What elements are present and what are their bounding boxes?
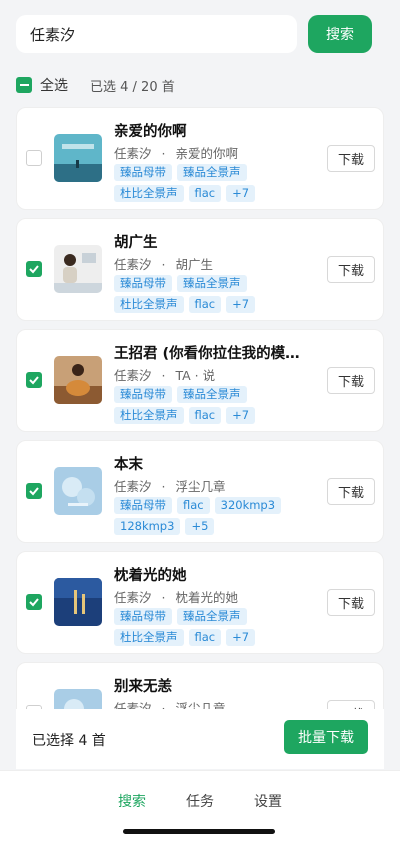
quality-tag: 杜比全景声	[114, 185, 184, 202]
song-card[interactable]: 本末 任素汐 · 浮尘几章 臻品母带 flac 320kmp3 128kmp3 …	[16, 440, 384, 543]
song-title: 王招君 (你看你拉住我的模…	[114, 346, 300, 362]
song-checkbox[interactable]	[26, 483, 42, 499]
quality-tag: 臻品母带	[114, 164, 172, 181]
song-checkbox[interactable]	[26, 261, 42, 277]
separator-dot: ·	[161, 257, 166, 272]
check-icon	[29, 487, 39, 496]
download-button[interactable]: 下载	[327, 367, 375, 394]
search-button[interactable]: 搜索	[308, 15, 372, 53]
song-subtitle: 任素汐 · 亲爱的你啊	[114, 143, 238, 162]
check-icon	[29, 598, 39, 607]
quality-tag: 臻品母带	[114, 497, 172, 514]
batch-action-bar: 已选择 4 首 批量下载	[16, 709, 384, 769]
selection-bar: 全选 已选 4 / 20 首	[16, 74, 386, 96]
check-icon	[29, 376, 39, 385]
song-card[interactable]: 王招君 (你看你拉住我的模… 任素汐 · TA · 说 臻品母带 臻品全景声 杜…	[16, 329, 384, 432]
quality-tag: flac	[188, 629, 222, 646]
song-title: 胡广生	[114, 235, 158, 251]
song-album: 胡广生	[175, 257, 213, 272]
quality-tag-more: +5	[185, 518, 215, 535]
song-title: 枕着光的她	[114, 568, 187, 584]
album-cover	[54, 356, 102, 404]
quality-tags: 臻品母带 臻品全景声 杜比全景声 flac +7	[114, 386, 314, 424]
song-subtitle: 任素汐 · 胡广生	[114, 254, 213, 273]
quality-tag-more: +7	[226, 629, 256, 646]
separator-dot: ·	[161, 146, 166, 161]
song-card[interactable]: 枕着光的她 任素汐 · 枕着光的她 臻品母带 臻品全景声 杜比全景声 flac …	[16, 551, 384, 654]
song-artist: 任素汐	[114, 368, 152, 383]
song-artist: 任素汐	[114, 146, 152, 161]
quality-tag: flac	[188, 296, 222, 313]
album-cover	[54, 578, 102, 626]
home-indicator[interactable]	[123, 829, 275, 834]
song-card[interactable]: 胡广生 任素汐 · 胡广生 臻品母带 臻品全景声 杜比全景声 flac +7 下…	[16, 218, 384, 321]
batch-download-button[interactable]: 批量下载	[284, 720, 368, 754]
quality-tag: 臻品全景声	[177, 386, 247, 403]
nav-tab-tasks[interactable]: 任务	[186, 791, 214, 811]
quality-tag: 臻品母带	[114, 608, 172, 625]
song-title: 亲爱的你啊	[114, 124, 187, 140]
nav-tab-search[interactable]: 搜索	[118, 791, 146, 811]
song-album: 枕着光的她	[175, 590, 238, 605]
song-checkbox[interactable]	[26, 150, 42, 166]
select-all-checkbox[interactable]	[16, 77, 32, 93]
quality-tag: 臻品全景声	[177, 608, 247, 625]
song-checkbox[interactable]	[26, 594, 42, 610]
album-cover	[54, 245, 102, 293]
song-album: 浮尘几章	[175, 479, 226, 494]
select-all-label[interactable]: 全选	[40, 75, 68, 95]
song-subtitle: 任素汐 · 枕着光的她	[114, 587, 238, 606]
quality-tags: 臻品母带 flac 320kmp3 128kmp3 +5	[114, 497, 314, 535]
quality-tag: 杜比全景声	[114, 296, 184, 313]
quality-tag: 杜比全景声	[114, 629, 184, 646]
song-album: TA · 说	[175, 368, 216, 383]
quality-tags: 臻品母带 臻品全景声 杜比全景声 flac +7	[114, 275, 314, 313]
album-cover	[54, 467, 102, 515]
selected-count-text: 已选 4 / 20 首	[90, 79, 175, 95]
song-artist: 任素汐	[114, 257, 152, 272]
song-card[interactable]: 亲爱的你啊 任素汐 · 亲爱的你啊 臻品母带 臻品全景声 杜比全景声 flac …	[16, 107, 384, 210]
separator-dot: ·	[161, 479, 166, 494]
selected-summary: 已选择 4 首	[32, 733, 106, 749]
quality-tag: 臻品全景声	[177, 164, 247, 181]
nav-tab-settings[interactable]: 设置	[254, 791, 282, 811]
quality-tag-more: +7	[226, 407, 256, 424]
quality-tag: flac	[177, 497, 210, 514]
quality-tag: flac	[188, 185, 222, 202]
quality-tag-more: +7	[226, 185, 256, 202]
download-button[interactable]: 下载	[327, 589, 375, 616]
check-icon	[29, 265, 39, 274]
quality-tag: 320kmp3	[214, 497, 282, 514]
download-button[interactable]: 下载	[327, 256, 375, 283]
song-checkbox[interactable]	[26, 372, 42, 388]
download-button[interactable]: 下载	[327, 145, 375, 172]
bottom-nav: 搜索 任务 设置	[0, 770, 400, 843]
quality-tags: 臻品母带 臻品全景声 杜比全景声 flac +7	[114, 608, 314, 646]
song-title: 本末	[114, 457, 143, 473]
song-artist: 任素汐	[114, 479, 152, 494]
quality-tag: 128kmp3	[114, 518, 181, 535]
download-button[interactable]: 下载	[327, 478, 375, 505]
song-title: 别来无恙	[114, 679, 172, 695]
separator-dot: ·	[161, 590, 166, 605]
quality-tag: 臻品全景声	[177, 275, 247, 292]
quality-tag: flac	[188, 407, 222, 424]
song-subtitle: 任素汐 · 浮尘几章	[114, 476, 225, 495]
search-input[interactable]	[16, 15, 297, 53]
quality-tag: 臻品母带	[114, 275, 172, 292]
song-artist: 任素汐	[114, 590, 152, 605]
search-bar: 搜索	[0, 0, 400, 68]
song-subtitle: 任素汐 · TA · 说	[114, 365, 215, 384]
indeterminate-icon	[19, 84, 29, 86]
separator-dot: ·	[161, 368, 166, 383]
quality-tag: 杜比全景声	[114, 407, 184, 424]
song-album: 亲爱的你啊	[175, 146, 238, 161]
quality-tag-more: +7	[226, 296, 256, 313]
quality-tag: 臻品母带	[114, 386, 172, 403]
album-cover	[54, 134, 102, 182]
quality-tags: 臻品母带 臻品全景声 杜比全景声 flac +7	[114, 164, 314, 202]
